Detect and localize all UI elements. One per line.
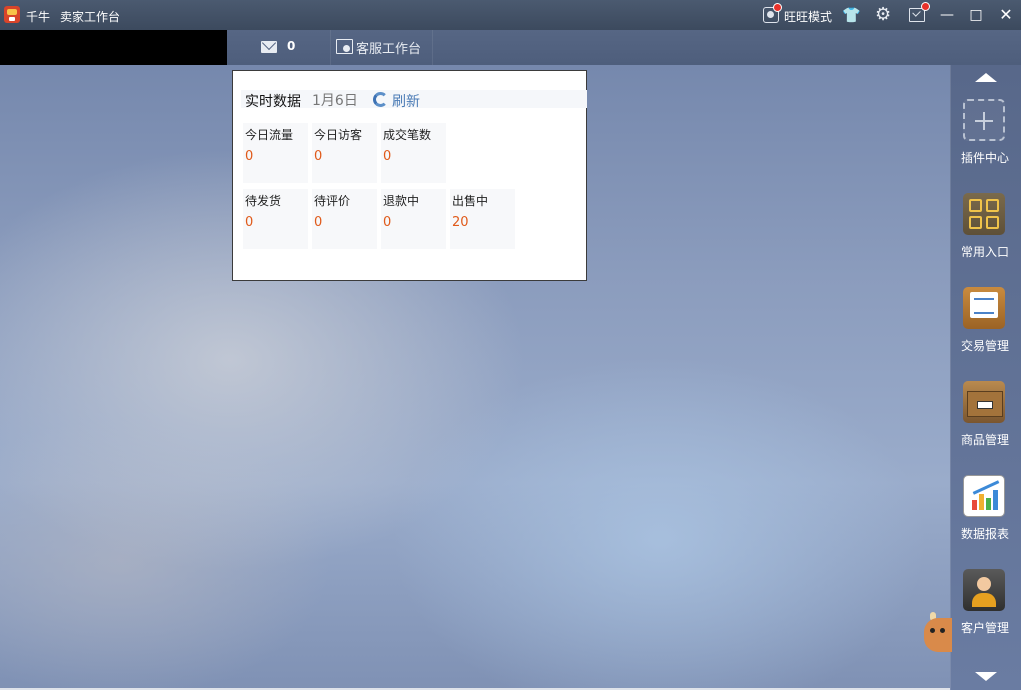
card-title: 实时数据 <box>245 94 301 110</box>
toolbar-divider <box>330 30 331 65</box>
mail-count[interactable]: 0 <box>287 39 295 53</box>
realtime-data-card: 实时数据 1月6日 刷新 今日流量 0 今日访客 0 成交笔数 0 待发货 0 … <box>232 70 587 281</box>
sidebar-item-label: 客户管理 <box>960 621 1009 635</box>
sidebar-item-common-entry[interactable]: 常用入口 <box>951 193 1021 265</box>
stat-label: 今日流量 <box>245 128 294 142</box>
chart-icon <box>963 475 1005 517</box>
notification-dot <box>773 3 782 12</box>
grid-icon <box>963 193 1005 235</box>
app-name: 千牛 <box>26 10 51 24</box>
stat-value: 0 <box>314 149 323 164</box>
stat-on-sale[interactable]: 出售中 20 <box>450 189 515 249</box>
sidebar-item-label: 交易管理 <box>960 339 1009 353</box>
message-center-icon[interactable] <box>909 2 930 22</box>
toolbar-divider <box>432 30 433 65</box>
stat-to-ship[interactable]: 待发货 0 <box>243 189 308 249</box>
sidebar-item-data-reports[interactable]: 数据报表 <box>951 475 1021 547</box>
window-title: 卖家工作台 <box>60 10 121 24</box>
refresh-button[interactable]: 刷新 <box>392 91 420 111</box>
sidebar-item-label: 插件中心 <box>960 151 1009 165</box>
stat-label: 待评价 <box>314 194 351 208</box>
card-date: 1月6日 <box>312 93 358 109</box>
qianniu-logo-icon <box>4 6 20 23</box>
people-icon <box>963 569 1005 611</box>
stat-refunding[interactable]: 退款中 0 <box>381 189 446 249</box>
stat-value: 20 <box>452 215 469 230</box>
account-area[interactable] <box>0 30 227 65</box>
settings-gear-icon[interactable]: ⚙ <box>875 4 891 25</box>
top-toolbar: 0 客服工作台 <box>0 30 1021 65</box>
scroll-up-arrow-icon[interactable] <box>975 73 997 82</box>
sidebar-item-label: 常用入口 <box>960 245 1009 259</box>
notification-dot <box>921 2 930 11</box>
stat-value: 0 <box>383 215 392 230</box>
stat-value: 0 <box>245 149 254 164</box>
stat-today-visitors[interactable]: 今日访客 0 <box>312 123 377 183</box>
sidebar-item-label: 商品管理 <box>960 433 1009 447</box>
stat-label: 今日访客 <box>314 128 363 142</box>
scroll-down-arrow-icon[interactable] <box>975 672 997 681</box>
card-header: 实时数据 1月6日 刷新 <box>241 90 587 111</box>
stat-today-traffic[interactable]: 今日流量 0 <box>243 123 308 183</box>
mail-icon[interactable] <box>261 41 277 53</box>
skin-shirt-icon[interactable]: 👕 <box>842 6 861 24</box>
stat-label: 退款中 <box>383 194 420 208</box>
stat-value: 0 <box>383 149 392 164</box>
sidebar-item-trade-management[interactable]: 交易管理 <box>951 287 1021 359</box>
sidebar-item-customer-management[interactable]: 客户管理 <box>951 569 1021 641</box>
stat-orders-count[interactable]: 成交笔数 0 <box>381 123 446 183</box>
plus-icon <box>963 99 1005 141</box>
stat-label: 出售中 <box>452 194 489 208</box>
customer-service-workbench-button[interactable]: 客服工作台 <box>356 38 421 57</box>
mascot-cow-icon[interactable] <box>920 612 952 664</box>
minimize-button[interactable]: — <box>936 4 958 26</box>
wangwang-mode-button[interactable]: 旺旺模式 <box>784 8 832 25</box>
stat-value: 0 <box>245 215 254 230</box>
stat-label: 待发货 <box>245 194 282 208</box>
maximize-button[interactable]: □ <box>965 4 987 26</box>
customer-service-icon[interactable] <box>336 39 353 54</box>
sidebar-item-label: 数据报表 <box>960 527 1009 541</box>
sidebar-item-plugin-center[interactable]: 插件中心 <box>951 99 1021 171</box>
wangwang-mode-icon[interactable] <box>763 3 782 23</box>
close-button[interactable]: ✕ <box>995 4 1017 26</box>
stat-label: 成交笔数 <box>383 128 432 142</box>
document-icon <box>963 287 1005 329</box>
stat-value: 0 <box>314 215 323 230</box>
box-icon <box>963 381 1005 423</box>
title-bar: 千牛 卖家工作台 旺旺模式 👕 ⚙ — □ ✕ <box>0 0 1021 30</box>
right-sidebar: 插件中心 常用入口 交易管理 商品管理 数据报表 客户管理 <box>950 65 1021 690</box>
refresh-icon[interactable] <box>373 92 388 107</box>
sidebar-item-goods-management[interactable]: 商品管理 <box>951 381 1021 453</box>
stat-to-review[interactable]: 待评价 0 <box>312 189 377 249</box>
